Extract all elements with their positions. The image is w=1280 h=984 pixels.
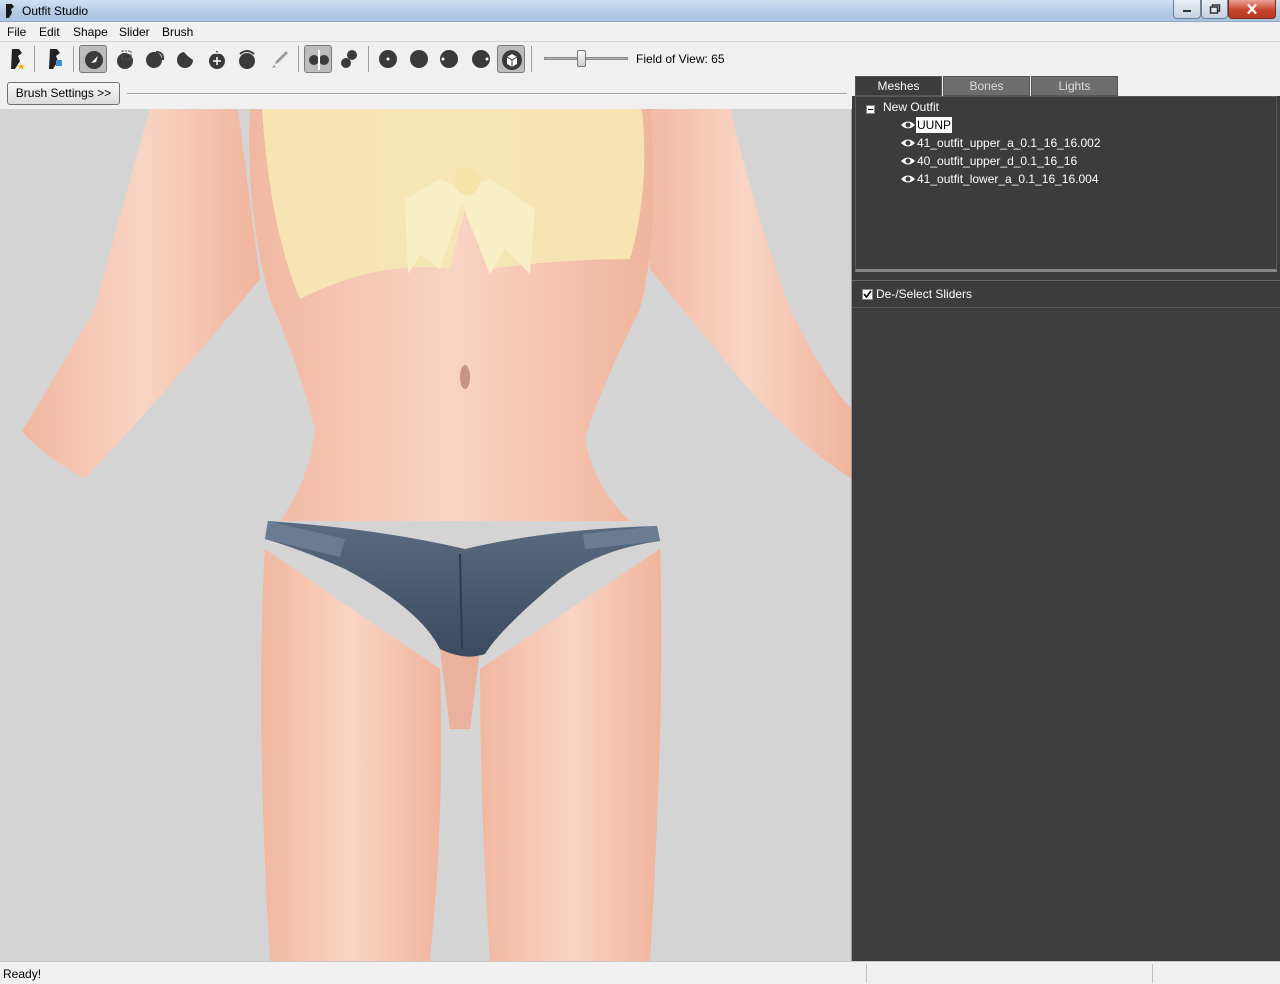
deflate-brush-icon [176,52,193,68]
minimize-icon [1183,10,1191,12]
select-sliders-label[interactable]: De-/Select Sliders [876,287,972,301]
menu-file[interactable]: File [7,25,26,39]
eye-icon[interactable] [900,173,916,185]
weight-brush-icon [272,51,288,68]
deflate-brush-button[interactable] [171,45,199,73]
close-icon [1247,3,1257,15]
tab-meshes[interactable]: Meshes [855,76,942,96]
smooth-brush-icon [239,50,255,69]
tree-item-label[interactable]: 41_outfit_lower_a_0.1_16_16.004 [916,171,1100,187]
sliders-header: De-/Select Sliders [852,280,1280,307]
mesh-tree: New Outfit UUNP 41_outfit_upper_a_0.1_16… [855,96,1277,272]
move-brush-button[interactable] [203,45,231,73]
brush-size-small-button[interactable] [374,45,402,73]
tab-bones[interactable]: Bones [943,76,1030,96]
x-mirror-button[interactable] [304,45,332,73]
new-project-icon [11,49,26,70]
inflate-brush-icon [146,51,165,68]
tab-lights[interactable]: Lights [1031,76,1118,96]
tree-item-label[interactable]: UUNP [916,117,953,133]
status-divider [1152,964,1153,983]
x-mirror-icon [309,50,329,70]
eye-icon[interactable] [900,137,916,149]
menu-brush[interactable]: Brush [162,25,193,39]
menu-bar: File Edit Shape Slider Brush [0,22,1280,41]
brush-size-large-button[interactable] [435,45,463,73]
brush-size-xlarge-button[interactable] [467,45,495,73]
brush-size-small-icon [379,50,397,68]
restore-button[interactable] [1201,0,1228,19]
mask-brush-button[interactable] [111,45,139,73]
3d-viewport[interactable] [0,109,852,961]
eye-icon[interactable] [900,119,916,131]
status-bar: Ready! [0,961,1280,984]
brush-settings-button[interactable]: Brush Settings >> [7,82,120,105]
tree-item-label[interactable]: 40_outfit_upper_d_0.1_16_16 [916,153,1078,169]
divider [127,93,847,95]
brush-size-large-icon [440,50,458,68]
select-brush-button[interactable] [79,45,107,73]
smooth-brush-button[interactable] [233,45,261,73]
fov-label: Field of View: 65 [636,52,725,66]
menu-shape[interactable]: Shape [73,25,108,39]
connected-only-icon [341,50,357,68]
status-text: Ready! [3,967,42,981]
fov-slider-track[interactable] [544,57,628,60]
select-sliders-checkbox[interactable] [862,289,873,300]
sliders-list[interactable] [852,307,1280,961]
menu-slider[interactable]: Slider [119,25,150,39]
brush-settings-bar: Brush Settings >> [0,75,852,109]
select-brush-icon [85,51,103,69]
cube-view-icon [502,50,522,70]
inflate-brush-button[interactable] [141,45,169,73]
tree-root-label[interactable]: New Outfit [883,100,939,114]
load-outfit-button[interactable] [41,45,69,73]
fov-slider-thumb[interactable] [577,50,586,67]
collapse-icon[interactable] [866,105,875,114]
title-bar: Outfit Studio [0,0,1280,22]
connected-only-button[interactable] [335,45,363,73]
brush-size-xlarge-icon [472,50,490,68]
app-icon [6,4,14,18]
brush-size-medium-button[interactable] [405,45,433,73]
status-divider [866,964,867,983]
checkmark-icon [863,290,872,299]
model-render [22,109,851,961]
menu-edit[interactable]: Edit [39,25,60,39]
close-button[interactable] [1228,0,1276,19]
restore-icon [1209,4,1220,14]
cube-view-button[interactable] [497,45,525,73]
panel-tabs: Meshes Bones Lights [852,75,1280,96]
minimize-button[interactable] [1173,0,1201,19]
mask-brush-icon [117,50,133,69]
window-title: Outfit Studio [22,4,89,18]
move-brush-icon [209,48,225,69]
eye-icon[interactable] [900,155,916,167]
right-panel: Meshes Bones Lights New Outfit UUNP 41_o… [852,75,1280,961]
brush-size-medium-icon [410,50,428,68]
load-outfit-icon [49,49,62,69]
tree-item-label[interactable]: 41_outfit_upper_a_0.1_16_16.002 [916,135,1102,151]
new-project-button[interactable] [3,45,31,73]
toolbar: Field of View: 65 [0,41,1280,75]
weight-brush-button[interactable] [266,45,294,73]
